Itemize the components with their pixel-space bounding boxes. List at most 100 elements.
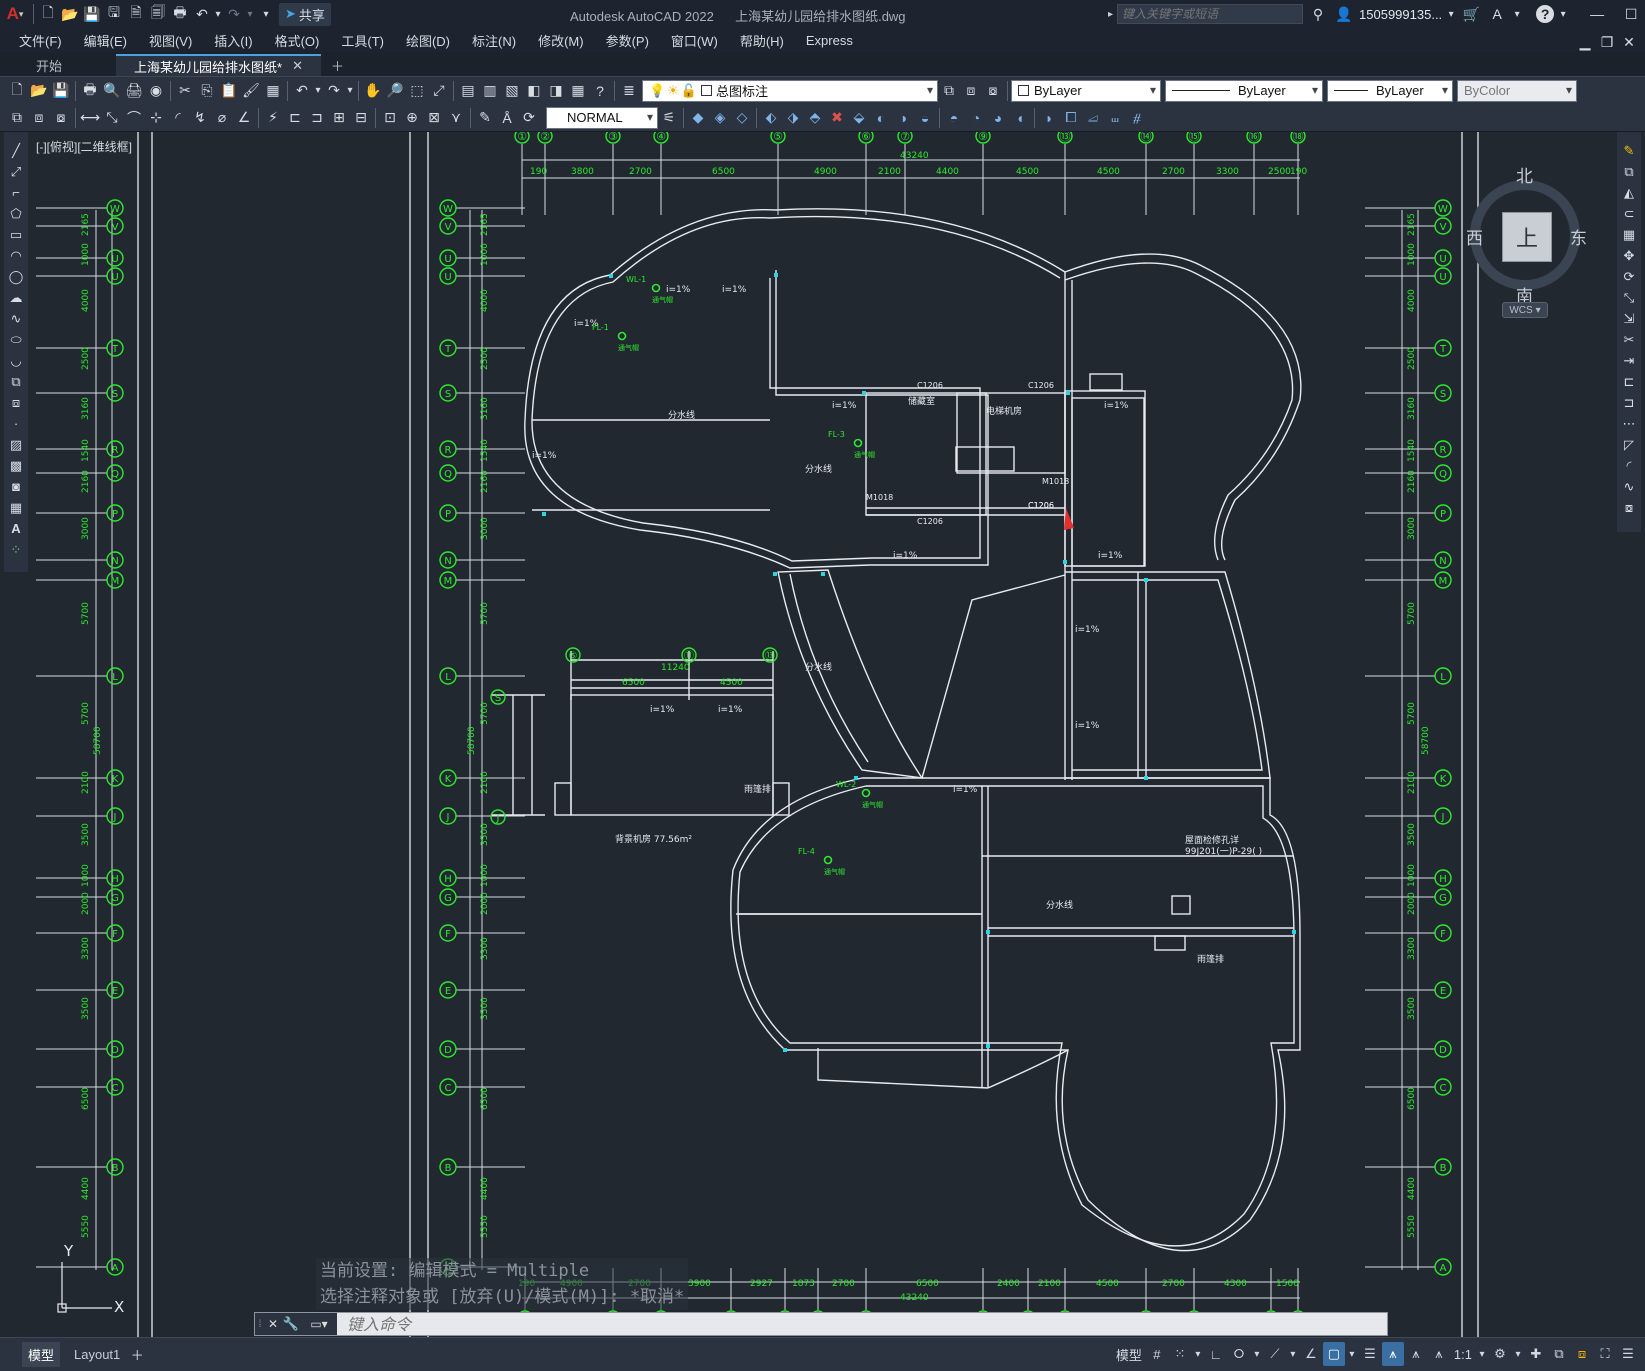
snap-icon[interactable]: ⁙: [1169, 1342, 1191, 1366]
offset-icon[interactable]: ⊂: [1619, 203, 1639, 224]
linetype-dropdown[interactable]: ByLayer: [1165, 79, 1323, 102]
menu-file[interactable]: 文件(F): [8, 31, 73, 50]
dim-edit-icon[interactable]: ✎: [474, 107, 496, 129]
dimstyle-dropdown[interactable]: NORMAL: [546, 106, 658, 129]
workspace-gear-icon[interactable]: ⚙: [1489, 1342, 1511, 1366]
tool-palettes-icon[interactable]: ▧: [501, 80, 523, 102]
dim-continue-icon[interactable]: ⊐: [306, 107, 328, 129]
line-icon[interactable]: ╱: [6, 140, 26, 161]
user-name[interactable]: 1505999135...: [1359, 7, 1442, 22]
zoom-window-icon[interactable]: ⬚: [406, 80, 428, 102]
tab-start[interactable]: 开始: [18, 54, 80, 76]
annotation-scale-value[interactable]: 1:1: [1451, 1342, 1475, 1366]
dim-update-icon[interactable]: ⟳: [518, 107, 540, 129]
plot-icon[interactable]: 🖶: [79, 80, 101, 102]
modify-1-icon[interactable]: ◆: [687, 107, 709, 129]
menu-tools[interactable]: 工具(T): [330, 31, 395, 50]
save-icon[interactable]: 💾: [50, 80, 72, 102]
polar-icon[interactable]: ⭘: [1228, 1342, 1250, 1366]
menu-edit[interactable]: 编辑(E): [73, 31, 138, 50]
modify-17-icon[interactable]: ⧠: [1060, 107, 1082, 129]
make-current-layer-icon[interactable]: ⧉: [938, 80, 960, 102]
layer-states-icon[interactable]: ⧇: [982, 80, 1004, 102]
redo-icon[interactable]: ↷: [323, 80, 345, 102]
modify-14-icon[interactable]: ◕: [987, 107, 1009, 129]
menu-express[interactable]: Express: [795, 33, 864, 48]
doc-minimize-icon[interactable]: ▁: [1577, 31, 1593, 53]
copy-icon[interactable]: ⎘: [196, 80, 218, 102]
polyline-icon[interactable]: ⌐: [6, 182, 26, 203]
dim-linear-icon[interactable]: ⟷: [79, 107, 101, 129]
make-block-icon[interactable]: ⧈: [6, 392, 26, 413]
ortho-icon[interactable]: ∟: [1205, 1342, 1227, 1366]
tolerance-icon[interactable]: ⊡: [379, 107, 401, 129]
save-icon[interactable]: 💾: [81, 3, 103, 25]
modify-13-icon[interactable]: ◔: [965, 107, 987, 129]
redo-dropdown-icon[interactable]: ▾: [345, 80, 355, 102]
xline-icon[interactable]: ⤢: [6, 161, 26, 182]
polar-dropdown-icon[interactable]: ▾: [1251, 1342, 1263, 1366]
open-icon[interactable]: 📂: [28, 80, 50, 102]
arc-icon[interactable]: ◠: [6, 245, 26, 266]
tool-3-icon[interactable]: ⧇: [50, 107, 72, 129]
match-prop-icon[interactable]: 🖌: [240, 80, 262, 102]
rectangle-icon[interactable]: ▭: [6, 224, 26, 245]
join-icon[interactable]: ⋯: [1619, 413, 1639, 434]
mirror-icon[interactable]: ◭: [1619, 182, 1639, 203]
open-web-icon[interactable]: 🗎: [125, 3, 147, 25]
add-layout-icon[interactable]: ＋: [126, 1344, 148, 1366]
modify-9-icon[interactable]: ◐: [870, 107, 892, 129]
dim-baseline-icon[interactable]: ⊏: [284, 107, 306, 129]
modify-2-icon[interactable]: ◈: [709, 107, 731, 129]
dim-arc-icon[interactable]: ⌒: [123, 107, 145, 129]
open-file-icon[interactable]: 📂: [59, 3, 81, 25]
command-grip-icon[interactable]: ⁞: [255, 1313, 265, 1335]
snap-dropdown-icon[interactable]: ▾: [1192, 1342, 1204, 1366]
zoom-previous-icon[interactable]: ⤢: [428, 80, 450, 102]
layout-tab-model[interactable]: 模型: [22, 1342, 61, 1367]
compass-north[interactable]: 北: [1516, 162, 1533, 187]
search-expand-icon[interactable]: ▸: [1108, 9, 1113, 20]
lineweight-display-icon[interactable]: ☰: [1359, 1342, 1381, 1366]
modify-12-icon[interactable]: ◓: [943, 107, 965, 129]
plot-icon[interactable]: 🖶: [169, 3, 191, 25]
quick-dim-icon[interactable]: ⚡: [262, 107, 284, 129]
annotation-scale-icon[interactable]: ⩚: [1428, 1342, 1450, 1366]
osnap-icon[interactable]: ▢: [1322, 1342, 1345, 1366]
modify-16-icon[interactable]: ◗: [1038, 107, 1060, 129]
fillet-icon[interactable]: ◜: [1619, 455, 1639, 476]
spline-icon[interactable]: ∿: [6, 308, 26, 329]
dim-break-icon[interactable]: ⊟: [350, 107, 372, 129]
properties-icon[interactable]: ▤: [457, 80, 479, 102]
menu-help[interactable]: 帮助(H): [729, 31, 795, 50]
autodesk-app-icon[interactable]: A: [1486, 3, 1508, 25]
new-tab-button[interactable]: ＋: [321, 54, 354, 76]
viewport-label[interactable]: [-][俯视][二维线框]: [36, 138, 132, 155]
otrack-icon[interactable]: ∠: [1300, 1342, 1322, 1366]
user-dropdown-icon[interactable]: ▾: [1446, 3, 1456, 25]
units-icon[interactable]: ⧉: [1548, 1342, 1570, 1366]
cut-icon[interactable]: ✂: [174, 80, 196, 102]
markup-icon[interactable]: ◨: [545, 80, 567, 102]
block-editor-icon[interactable]: ▦: [262, 80, 284, 102]
menu-insert[interactable]: 插入(I): [203, 31, 263, 50]
save-as-icon[interactable]: 🖫: [103, 3, 125, 25]
layer-properties-icon[interactable]: ≣: [618, 80, 640, 102]
mtext-icon[interactable]: A: [6, 518, 26, 539]
tool-2-icon[interactable]: ⧈: [28, 107, 50, 129]
undo-icon[interactable]: ↶: [291, 80, 313, 102]
command-input[interactable]: [337, 1313, 1387, 1335]
modify-8-icon[interactable]: ⬙: [848, 107, 870, 129]
polygon-icon[interactable]: ⬠: [6, 203, 26, 224]
dim-radius-icon[interactable]: ◜: [167, 107, 189, 129]
scale-icon[interactable]: ⤡: [1619, 287, 1639, 308]
modify-15-icon[interactable]: ◖: [1009, 107, 1031, 129]
menu-format[interactable]: 格式(O): [264, 31, 331, 50]
circle-icon[interactable]: ◯: [6, 266, 26, 287]
new-file-icon[interactable]: 🗋: [37, 3, 59, 25]
erase-icon[interactable]: ✎: [1619, 140, 1639, 161]
explode-icon[interactable]: ⧇: [1619, 497, 1639, 518]
undo-dropdown-icon[interactable]: ▾: [313, 80, 323, 102]
pan-icon[interactable]: ✋: [362, 80, 384, 102]
ellipse-icon[interactable]: ⬭: [6, 329, 26, 350]
